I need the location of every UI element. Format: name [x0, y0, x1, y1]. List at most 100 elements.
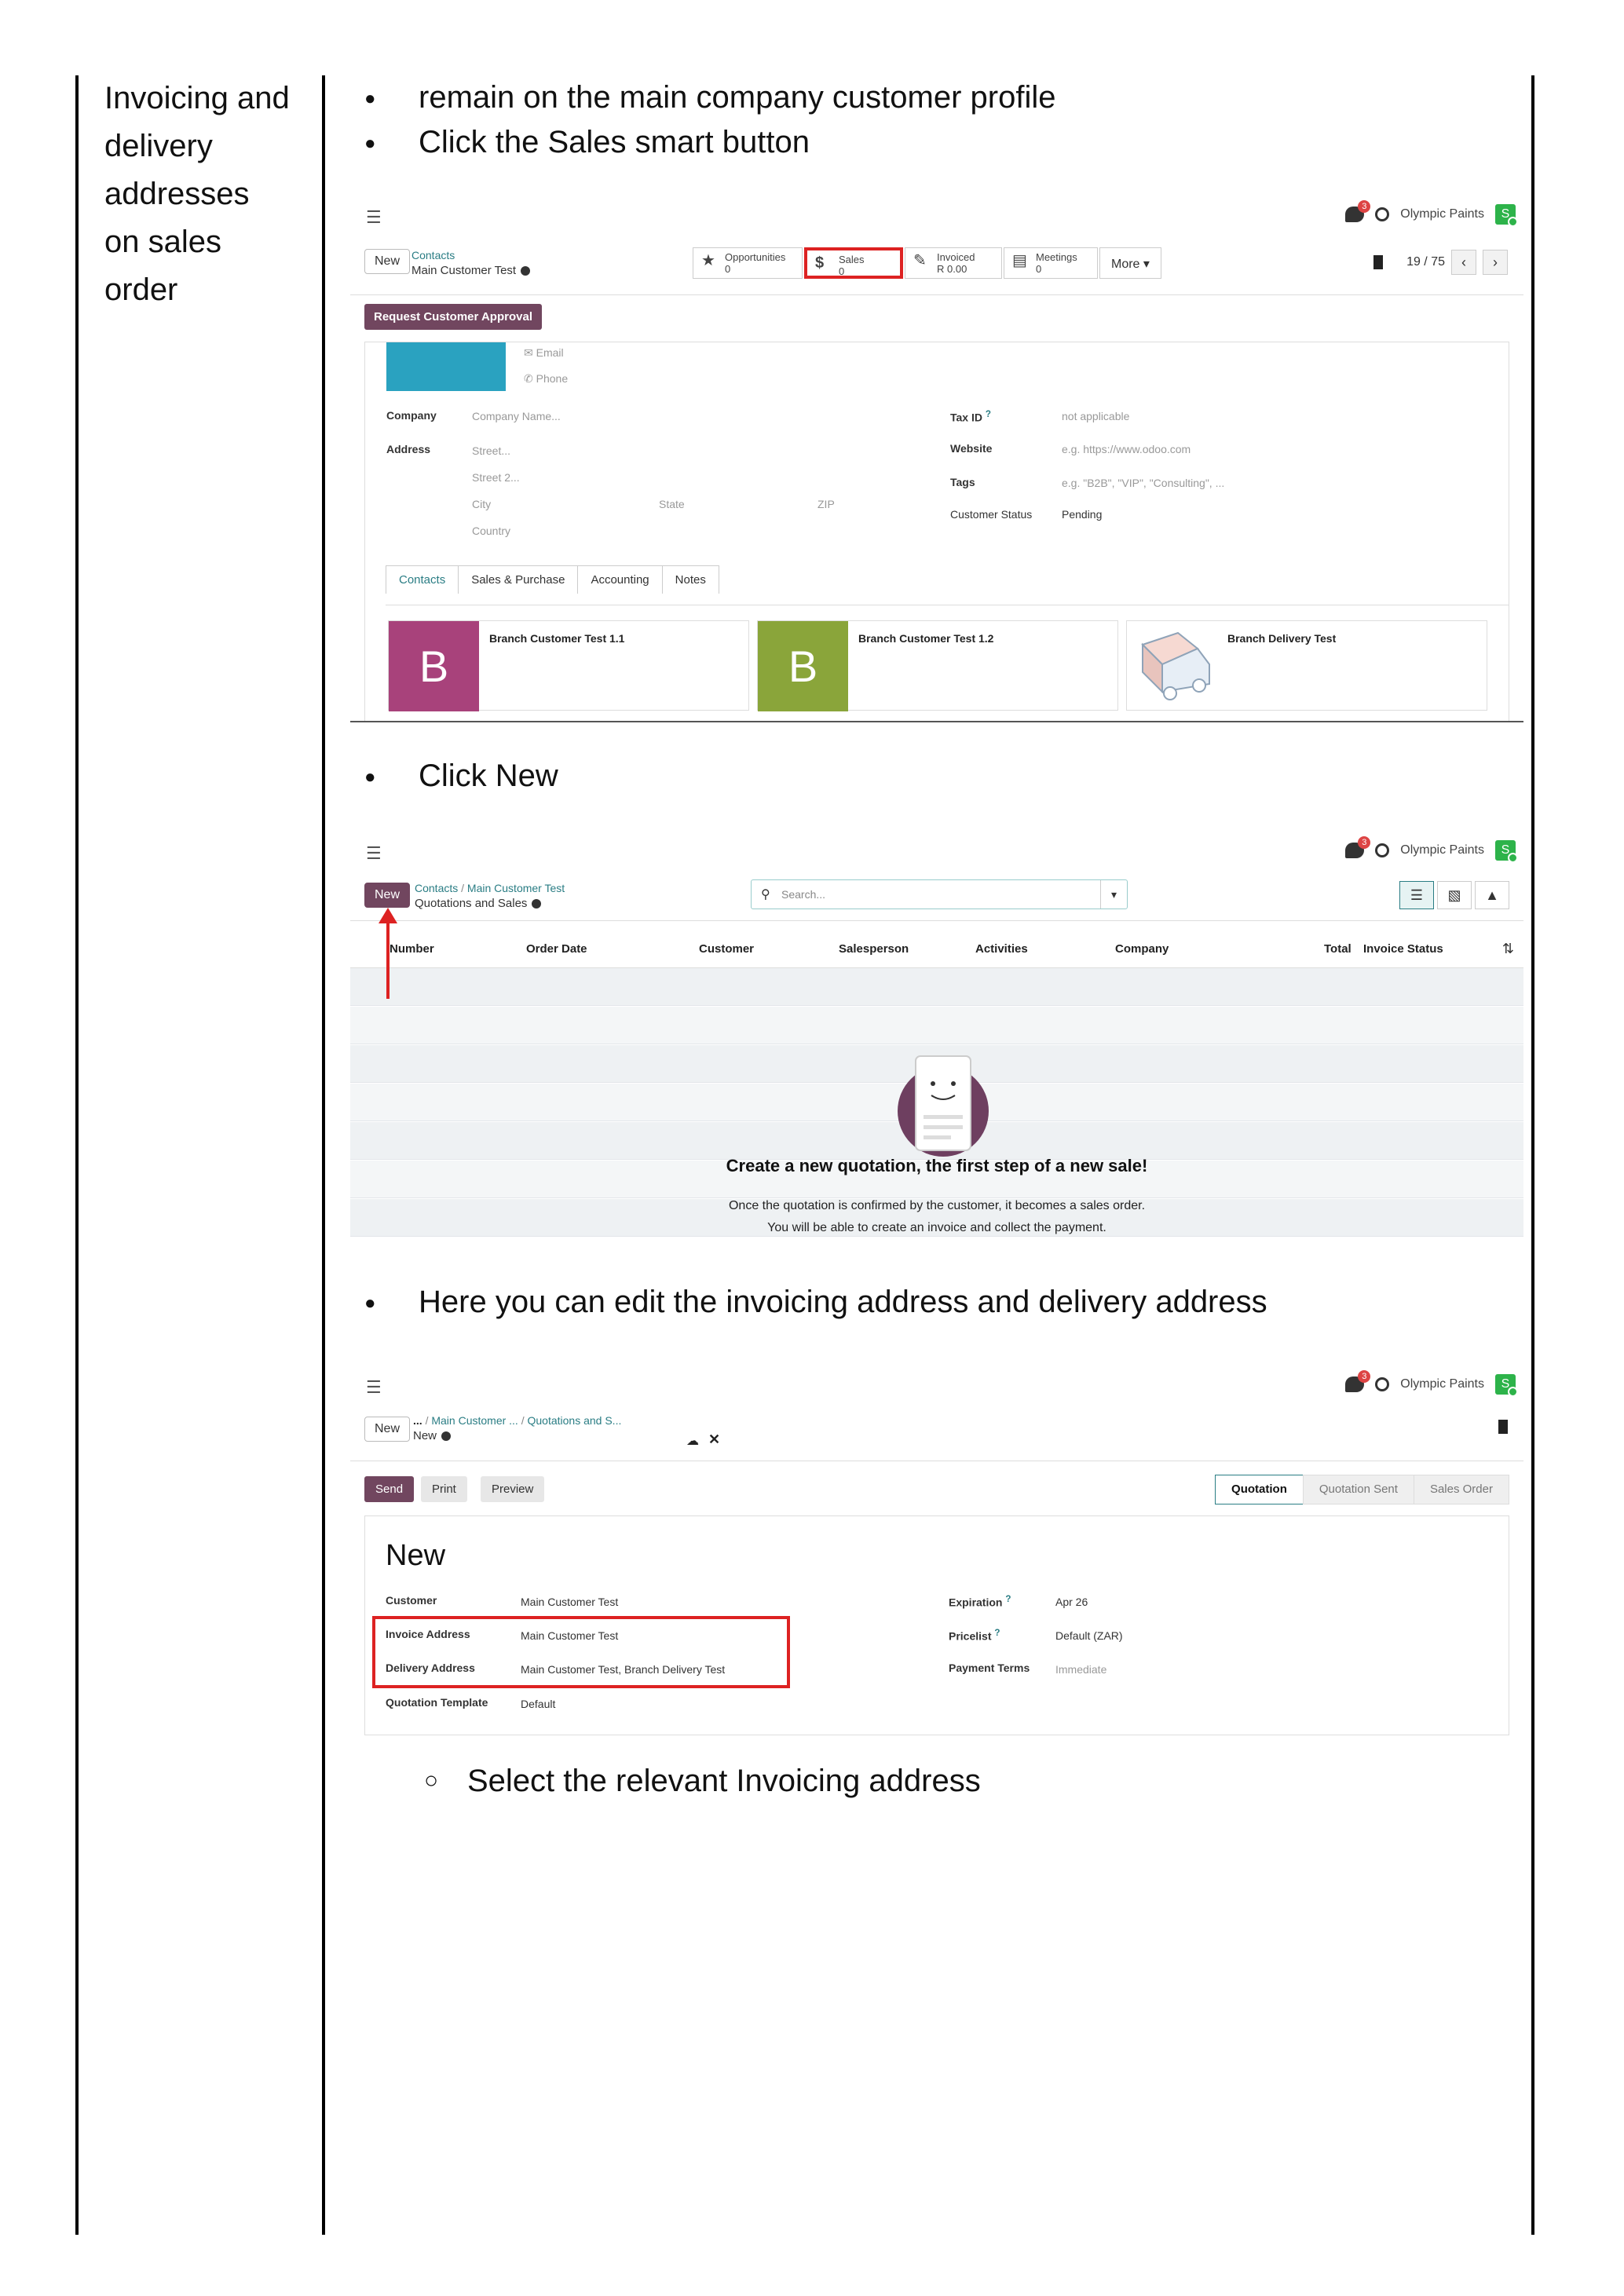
contact-card[interactable]: Branch Delivery Test	[1126, 620, 1487, 711]
company-input[interactable]: Company Name...	[472, 410, 561, 422]
company-name[interactable]: Olympic Paints	[1400, 207, 1484, 221]
new-button[interactable]: New	[364, 1417, 411, 1442]
kanban-view-icon[interactable]: ▧	[1437, 881, 1472, 909]
company-name[interactable]: Olympic Paints	[1400, 843, 1484, 857]
column-header[interactable]: Invoice Status	[1363, 942, 1443, 956]
country-input[interactable]: Country	[472, 525, 510, 537]
smart-button-label: Invoiced	[937, 251, 975, 263]
title-line: on sales	[104, 225, 221, 259]
activity-clock-icon[interactable]	[1375, 1377, 1390, 1391]
column-header[interactable]: Activities	[975, 942, 1028, 956]
optional-columns-icon[interactable]: ⇅	[1502, 941, 1514, 957]
bookmark-icon[interactable]	[1373, 255, 1384, 269]
customer-value[interactable]: Main Customer Test	[521, 1596, 618, 1608]
tags-input[interactable]: e.g. "B2B", "VIP", "Consulting", ...	[1062, 477, 1224, 489]
quotation-template-value[interactable]: Default	[521, 1698, 555, 1710]
search-dropdown-toggle[interactable]: ▾	[1100, 880, 1127, 909]
contact-card-avatar: B	[758, 621, 848, 711]
pager-next-button[interactable]: ›	[1483, 250, 1508, 275]
chat-icon[interactable]: 3	[1345, 1370, 1371, 1392]
breadcrumb-contacts[interactable]: Contacts	[415, 882, 458, 894]
step-bullet: Click New	[364, 754, 558, 799]
request-approval-button[interactable]: Request Customer Approval	[364, 304, 542, 330]
send-button[interactable]: Send	[364, 1476, 415, 1502]
stage-quotation-sent[interactable]: Quotation Sent	[1302, 1475, 1414, 1504]
gear-icon[interactable]	[532, 899, 542, 909]
payment-terms-value[interactable]: Immediate	[1055, 1663, 1106, 1676]
empty-state-line: Once the quotation is confirmed by the c…	[728, 1199, 1146, 1212]
menu-icon[interactable]: ☰	[366, 207, 382, 228]
breadcrumb: Contacts / Main Customer Test Quotations…	[415, 882, 565, 910]
chat-icon[interactable]: 3	[1345, 836, 1371, 858]
column-header[interactable]: Company	[1115, 942, 1169, 956]
column-header[interactable]: Order Date	[526, 942, 587, 956]
taxid-value[interactable]: not applicable	[1062, 410, 1129, 422]
breadcrumb: ... / Main Customer ... / Quotations and…	[413, 1414, 622, 1442]
contact-avatar[interactable]	[386, 342, 506, 391]
email-field[interactable]: ✉ Email	[524, 346, 564, 360]
new-button[interactable]: New	[364, 249, 411, 274]
gear-icon[interactable]	[521, 266, 531, 276]
more-dropdown[interactable]: More ▾	[1099, 247, 1161, 279]
save-cloud-icon[interactable]: ☁	[686, 1433, 699, 1449]
column-header[interactable]: Number	[390, 942, 434, 956]
user-avatar[interactable]: S	[1495, 840, 1518, 863]
phone-field[interactable]: ✆ Phone	[524, 372, 568, 386]
stage-sales-order[interactable]: Sales Order	[1413, 1475, 1509, 1504]
user-avatar[interactable]: S	[1495, 204, 1518, 227]
smart-button-invoiced[interactable]: ✎ Invoiced R 0.00	[905, 247, 1002, 279]
bookmark-icon[interactable]	[1498, 1420, 1508, 1438]
expiration-value[interactable]: Apr 26	[1055, 1596, 1088, 1608]
contact-card[interactable]: B Branch Customer Test 1.2	[757, 620, 1118, 711]
chat-icon[interactable]: 3	[1345, 200, 1371, 222]
tab-contacts[interactable]: Contacts	[386, 565, 459, 594]
graph-view-icon[interactable]: ▲	[1475, 881, 1509, 909]
tab-sales-purchase[interactable]: Sales & Purchase	[458, 565, 579, 594]
column-header[interactable]: Customer	[699, 942, 754, 956]
smart-button-meetings[interactable]: ▤ Meetings 0	[1004, 247, 1098, 279]
contact-card-name: Branch Customer Test 1.2	[858, 632, 994, 645]
column-header[interactable]: Salesperson	[839, 942, 909, 956]
column-header[interactable]: Total	[1324, 942, 1352, 956]
discard-icon[interactable]: ✕	[708, 1431, 720, 1448]
title-line: order	[104, 272, 178, 307]
menu-icon[interactable]: ☰	[366, 1377, 382, 1398]
zip-input[interactable]: ZIP	[817, 498, 835, 510]
breadcrumb-quotations[interactable]: Quotations and S...	[528, 1414, 622, 1427]
stage-quotation[interactable]: Quotation	[1215, 1475, 1304, 1504]
step-text: Click New	[419, 759, 558, 793]
gear-icon[interactable]	[441, 1431, 452, 1442]
website-input[interactable]: e.g. https://www.odoo.com	[1062, 443, 1191, 455]
menu-icon[interactable]: ☰	[366, 843, 382, 864]
state-input[interactable]: State	[659, 498, 685, 510]
divider	[350, 920, 1523, 921]
breadcrumb-contacts[interactable]: Contacts	[411, 248, 530, 263]
customer-status-value[interactable]: Pending	[1062, 508, 1102, 521]
breadcrumb-current: Main Customer Test	[411, 264, 517, 277]
list-view-icon[interactable]: ☰	[1399, 881, 1434, 909]
smart-button-opportunities[interactable]: ★ Opportunities 0	[693, 247, 803, 279]
street2-input[interactable]: Street 2...	[472, 471, 520, 484]
activity-clock-icon[interactable]	[1375, 843, 1390, 857]
tab-accounting[interactable]: Accounting	[577, 565, 663, 594]
calendar-icon: ▤	[1012, 252, 1027, 269]
dollar-icon: $	[815, 254, 825, 272]
pager-value[interactable]: 19 / 75	[1406, 255, 1445, 269]
new-button[interactable]: New	[364, 883, 411, 908]
pricelist-value[interactable]: Default (ZAR)	[1055, 1629, 1123, 1642]
breadcrumb-customer[interactable]: Main Customer Test	[467, 882, 565, 894]
print-button[interactable]: Print	[421, 1476, 467, 1502]
tab-notes[interactable]: Notes	[661, 565, 719, 594]
search-input[interactable]: ⚲ Search... ▾	[751, 879, 1128, 909]
activity-clock-icon[interactable]	[1375, 207, 1390, 221]
contact-card[interactable]: B Branch Customer Test 1.1	[388, 620, 749, 711]
pager-prev-button[interactable]: ‹	[1451, 250, 1476, 275]
smart-button-sales[interactable]: $ Sales 0	[804, 247, 903, 279]
city-input[interactable]: City	[472, 498, 491, 510]
breadcrumb-customer[interactable]: Main Customer ...	[431, 1414, 518, 1427]
user-avatar[interactable]: S	[1495, 1374, 1518, 1397]
company-name[interactable]: Olympic Paints	[1400, 1377, 1484, 1391]
street-input[interactable]: Street...	[472, 444, 510, 457]
preview-button[interactable]: Preview	[481, 1476, 545, 1502]
breadcrumb-more[interactable]: ...	[413, 1414, 422, 1427]
